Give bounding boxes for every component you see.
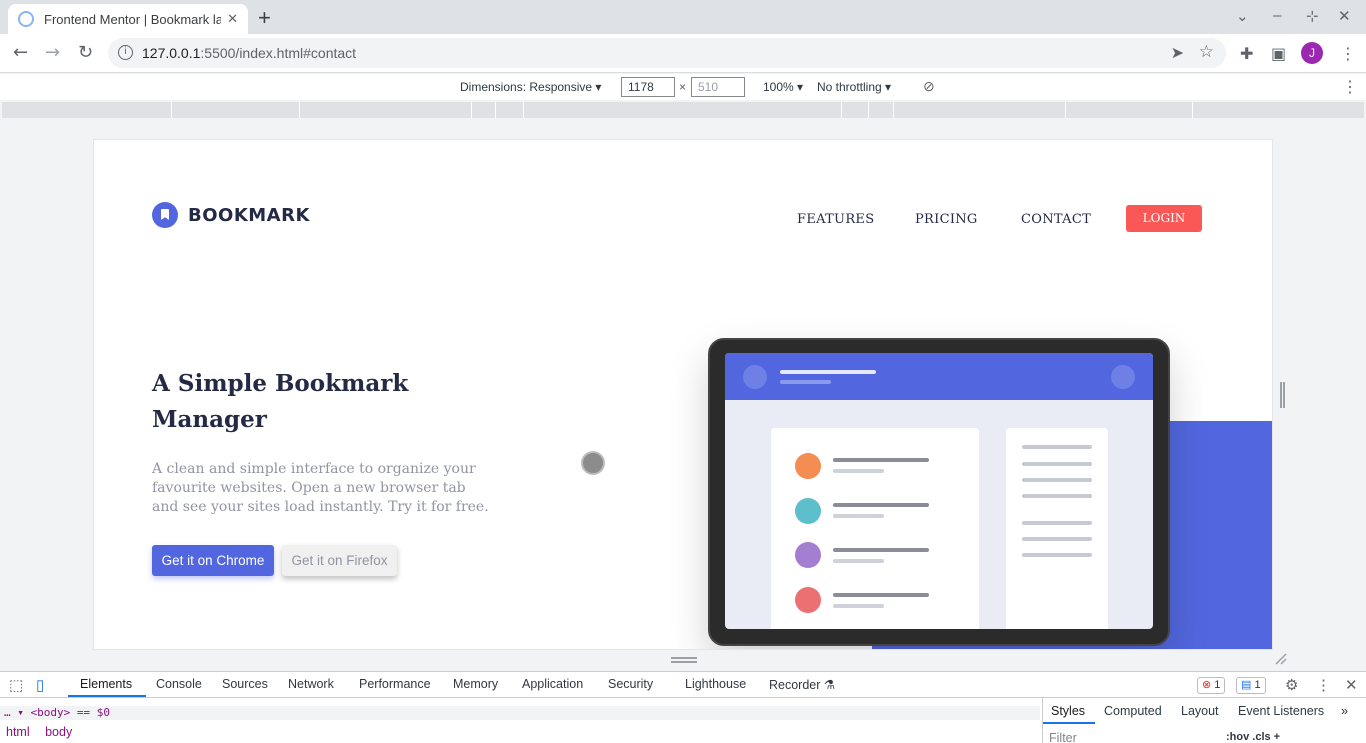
tab-application[interactable]: Application (522, 677, 583, 691)
tab-search-icon[interactable]: ⌄ (1236, 7, 1249, 25)
nav-features[interactable]: FEATURES (797, 212, 874, 227)
styles-toolbar[interactable]: :hov .cls + (1226, 731, 1280, 743)
tab-event-listeners[interactable]: Event Listeners (1238, 704, 1324, 718)
sidebar-card (1006, 428, 1108, 629)
message-icon: ▤ (1241, 679, 1252, 691)
restore-icon[interactable]: ⊹ (1306, 7, 1319, 25)
close-window-icon[interactable]: ✕ (1338, 7, 1351, 25)
sidepanel-icon[interactable]: ▣ (1271, 44, 1286, 63)
rotate-icon[interactable]: ⊘ (923, 78, 935, 95)
device-more-icon[interactable]: ⋮ (1342, 77, 1358, 97)
devtools-panel: ⬚ ▯ Elements Console Sources Network Per… (0, 671, 1366, 743)
media-query-ruler[interactable] (2, 102, 1364, 118)
firefox-button[interactable]: Get it on Firefox (282, 545, 397, 576)
devtools-menu-icon[interactable]: ⋮ (1316, 676, 1331, 694)
width-input[interactable]: 1178 (621, 77, 675, 97)
tab-memory[interactable]: Memory (453, 677, 498, 691)
breadcrumb: html body (6, 725, 84, 739)
star-icon[interactable]: ☆ (1199, 42, 1214, 62)
tab-title: Frontend Mentor | Bookmark la (44, 11, 222, 27)
dimensions-dropdown[interactable]: Dimensions: Responsive ▾ (460, 80, 601, 94)
profile-avatar[interactable]: J (1301, 42, 1323, 64)
nav-pricing[interactable]: PRICING (915, 212, 978, 227)
inspect-icon[interactable]: ⬚ (9, 676, 23, 694)
error-icon: ⊗ (1202, 679, 1212, 691)
throttling-dropdown[interactable]: No throttling ▾ (817, 80, 891, 94)
tab-performance[interactable]: Performance (359, 677, 431, 691)
bookmark-logo-icon (152, 202, 178, 228)
settings-gear-icon[interactable]: ⚙ (1285, 676, 1298, 694)
forward-icon[interactable]: → (45, 42, 60, 63)
brand-name: BOOKMARK (188, 204, 310, 226)
tab-close-icon[interactable]: ✕ (227, 12, 238, 27)
minimize-icon[interactable]: – (1273, 7, 1281, 24)
hero-title: A Simple Bookmark Manager (152, 370, 409, 433)
reload-icon[interactable]: ↻ (78, 42, 93, 63)
close-devtools-icon[interactable]: ✕ (1345, 676, 1358, 694)
crumb-html[interactable]: html (6, 725, 30, 739)
back-icon[interactable]: ← (13, 42, 28, 63)
more-tabs-icon[interactable]: » (1341, 704, 1348, 718)
browser-tab[interactable]: Frontend Mentor | Bookmark la ✕ (8, 4, 248, 34)
menu-icon[interactable]: ⋮ (1340, 44, 1356, 63)
tablet-screen (725, 353, 1153, 629)
address-bar[interactable]: i 127.0.0.1:5500/index.html#contact ➤ ☆ (108, 38, 1226, 68)
tab-network[interactable]: Network (288, 677, 334, 691)
styles-panel: Styles Computed Layout Event Listeners »… (1042, 698, 1366, 743)
tab-security[interactable]: Security (608, 677, 653, 691)
viewport-resize-bottom-handle[interactable] (671, 657, 697, 663)
tab-recorder[interactable]: Recorder ⚗ (769, 677, 835, 692)
tab-console[interactable]: Console (156, 677, 202, 691)
brand-logo[interactable]: BOOKMARK (152, 202, 310, 228)
login-button[interactable]: LOGIN (1126, 205, 1202, 232)
active-tab-indicator (68, 695, 146, 697)
nav-contact[interactable]: CONTACT (1021, 212, 1091, 227)
crumb-body[interactable]: body (45, 725, 72, 739)
touch-cursor (581, 451, 605, 475)
dom-body-node[interactable]: … ▾ <body> == $0 (0, 706, 1040, 720)
viewport-resize-right-handle[interactable] (1280, 382, 1285, 408)
screen-header (725, 353, 1153, 400)
hero-description: A clean and simple interface to organize… (152, 461, 489, 515)
styles-filter-input[interactable]: Filter (1049, 731, 1077, 743)
tab-elements[interactable]: Elements (80, 677, 132, 691)
browser-tab-strip: Frontend Mentor | Bookmark la ✕ + ⌄ – ⊹ … (0, 0, 1366, 34)
tab-computed[interactable]: Computed (1104, 704, 1162, 718)
tab-lighthouse[interactable]: Lighthouse (685, 677, 746, 691)
bookmark-list-card (771, 428, 979, 629)
device-toggle-icon[interactable]: ▯ (36, 676, 44, 694)
page-viewport: BOOKMARK FEATURES PRICING CONTACT LOGIN … (93, 139, 1273, 650)
error-badge[interactable]: ⊗ 1 (1197, 677, 1226, 694)
chrome-button[interactable]: Get it on Chrome (152, 545, 274, 576)
favicon-icon (18, 11, 34, 27)
tab-layout[interactable]: Layout (1181, 704, 1219, 718)
new-tab-button[interactable]: + (258, 5, 271, 31)
zoom-dropdown[interactable]: 100% ▾ (763, 80, 803, 94)
dimension-separator: × (679, 80, 687, 94)
viewport-resize-corner-handle[interactable] (1274, 652, 1288, 666)
share-icon[interactable]: ➤ (1171, 43, 1184, 62)
browser-toolbar: ← → ↻ i 127.0.0.1:5500/index.html#contac… (0, 34, 1366, 73)
tab-styles[interactable]: Styles (1051, 704, 1085, 718)
device-toolbar: Dimensions: Responsive ▾ 1178 × 510 100%… (0, 74, 1366, 100)
height-input[interactable]: 510 (691, 77, 745, 97)
info-icon[interactable]: i (118, 45, 133, 60)
tablet-illustration (708, 338, 1170, 646)
devtools-tabbar: ⬚ ▯ Elements Console Sources Network Per… (0, 672, 1366, 698)
message-badge[interactable]: ▤ 1 (1236, 677, 1266, 694)
tab-sources[interactable]: Sources (222, 677, 268, 691)
styles-active-indicator (1043, 722, 1095, 724)
extensions-icon[interactable]: ✚ (1240, 44, 1253, 63)
url-text[interactable]: 127.0.0.1:5500/index.html#contact (142, 45, 356, 61)
